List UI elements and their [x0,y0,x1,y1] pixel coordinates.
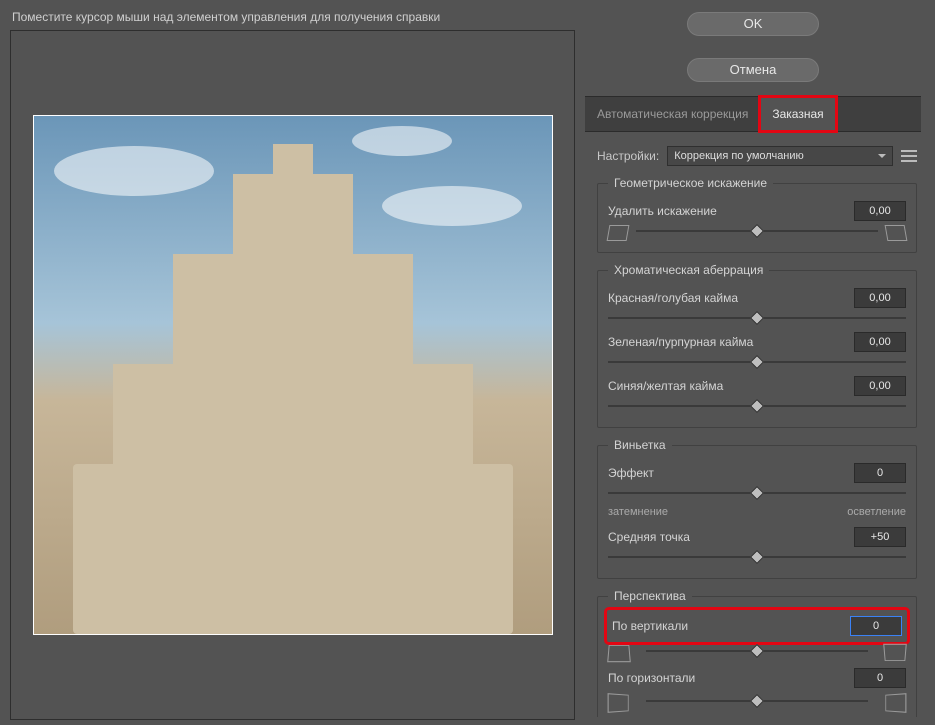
preview-frame [10,30,575,720]
barrel-icon[interactable] [607,225,630,241]
perspective-horizontal-slider[interactable] [646,694,868,708]
blue-yellow-slider[interactable] [608,399,906,413]
ok-button[interactable]: OK [687,12,819,36]
chromatic-aberration-group: Хроматическая аберрация Красная/голубая … [597,263,917,428]
perspective-vertical-input[interactable] [850,616,902,636]
green-magenta-slider[interactable] [608,355,906,369]
perspective-vertical-down-icon[interactable] [883,644,907,661]
vignette-midpoint-slider[interactable] [608,550,906,564]
panel-menu-icon[interactable] [901,150,917,162]
chromatic-aberration-legend: Хроматическая аберрация [608,263,769,277]
perspective-horizontal-left-icon[interactable] [608,693,629,713]
settings-preset-combo[interactable]: Коррекция по умолчанию [667,146,893,166]
perspective-horizontal-right-icon[interactable] [885,693,906,713]
red-cyan-input[interactable] [854,288,906,308]
help-text: Поместите курсор мыши над элементом упра… [10,8,575,30]
green-magenta-label: Зеленая/пурпурная кайма [608,335,846,349]
settings-label: Настройки: [597,149,659,163]
remove-distortion-input[interactable] [854,201,906,221]
remove-distortion-slider[interactable] [636,224,878,238]
pincushion-icon[interactable] [885,225,908,241]
vignette-midpoint-input[interactable] [854,527,906,547]
red-cyan-label: Красная/голубая кайма [608,291,846,305]
perspective-group: Перспектива По вертикали По горизонтали [597,589,917,717]
perspective-vertical-slider[interactable] [646,644,868,658]
tab-auto-correction[interactable]: Автоматическая коррекция [585,97,760,131]
tab-custom[interactable]: Заказная [760,97,835,131]
blue-yellow-input[interactable] [854,376,906,396]
remove-distortion-label: Удалить искажение [608,204,846,218]
cancel-button[interactable]: Отмена [687,58,819,82]
vignette-amount-slider[interactable] [608,486,906,500]
tabs: Автоматическая коррекция Заказная [585,96,921,132]
vignette-amount-label: Эффект [608,466,846,480]
perspective-vertical-label: По вертикали [612,619,842,633]
blue-yellow-label: Синяя/желтая кайма [608,379,846,393]
vignette-light-label: осветление [847,506,906,518]
vignette-legend: Виньетка [608,438,672,452]
geometric-distortion-group: Геометрическое искажение Удалить искажен… [597,176,917,253]
vignette-group: Виньетка Эффект затемнение осветление Ср… [597,438,917,579]
red-cyan-slider[interactable] [608,311,906,325]
preview-image[interactable] [33,115,553,635]
perspective-legend: Перспектива [608,589,692,603]
vignette-dark-label: затемнение [608,506,668,518]
vignette-midpoint-label: Средняя точка [608,530,846,544]
green-magenta-input[interactable] [854,332,906,352]
perspective-horizontal-input[interactable] [854,668,906,688]
vignette-amount-input[interactable] [854,463,906,483]
perspective-horizontal-label: По горизонтали [608,671,846,685]
geometric-distortion-legend: Геометрическое искажение [608,176,773,190]
perspective-vertical-up-icon[interactable] [607,645,631,662]
